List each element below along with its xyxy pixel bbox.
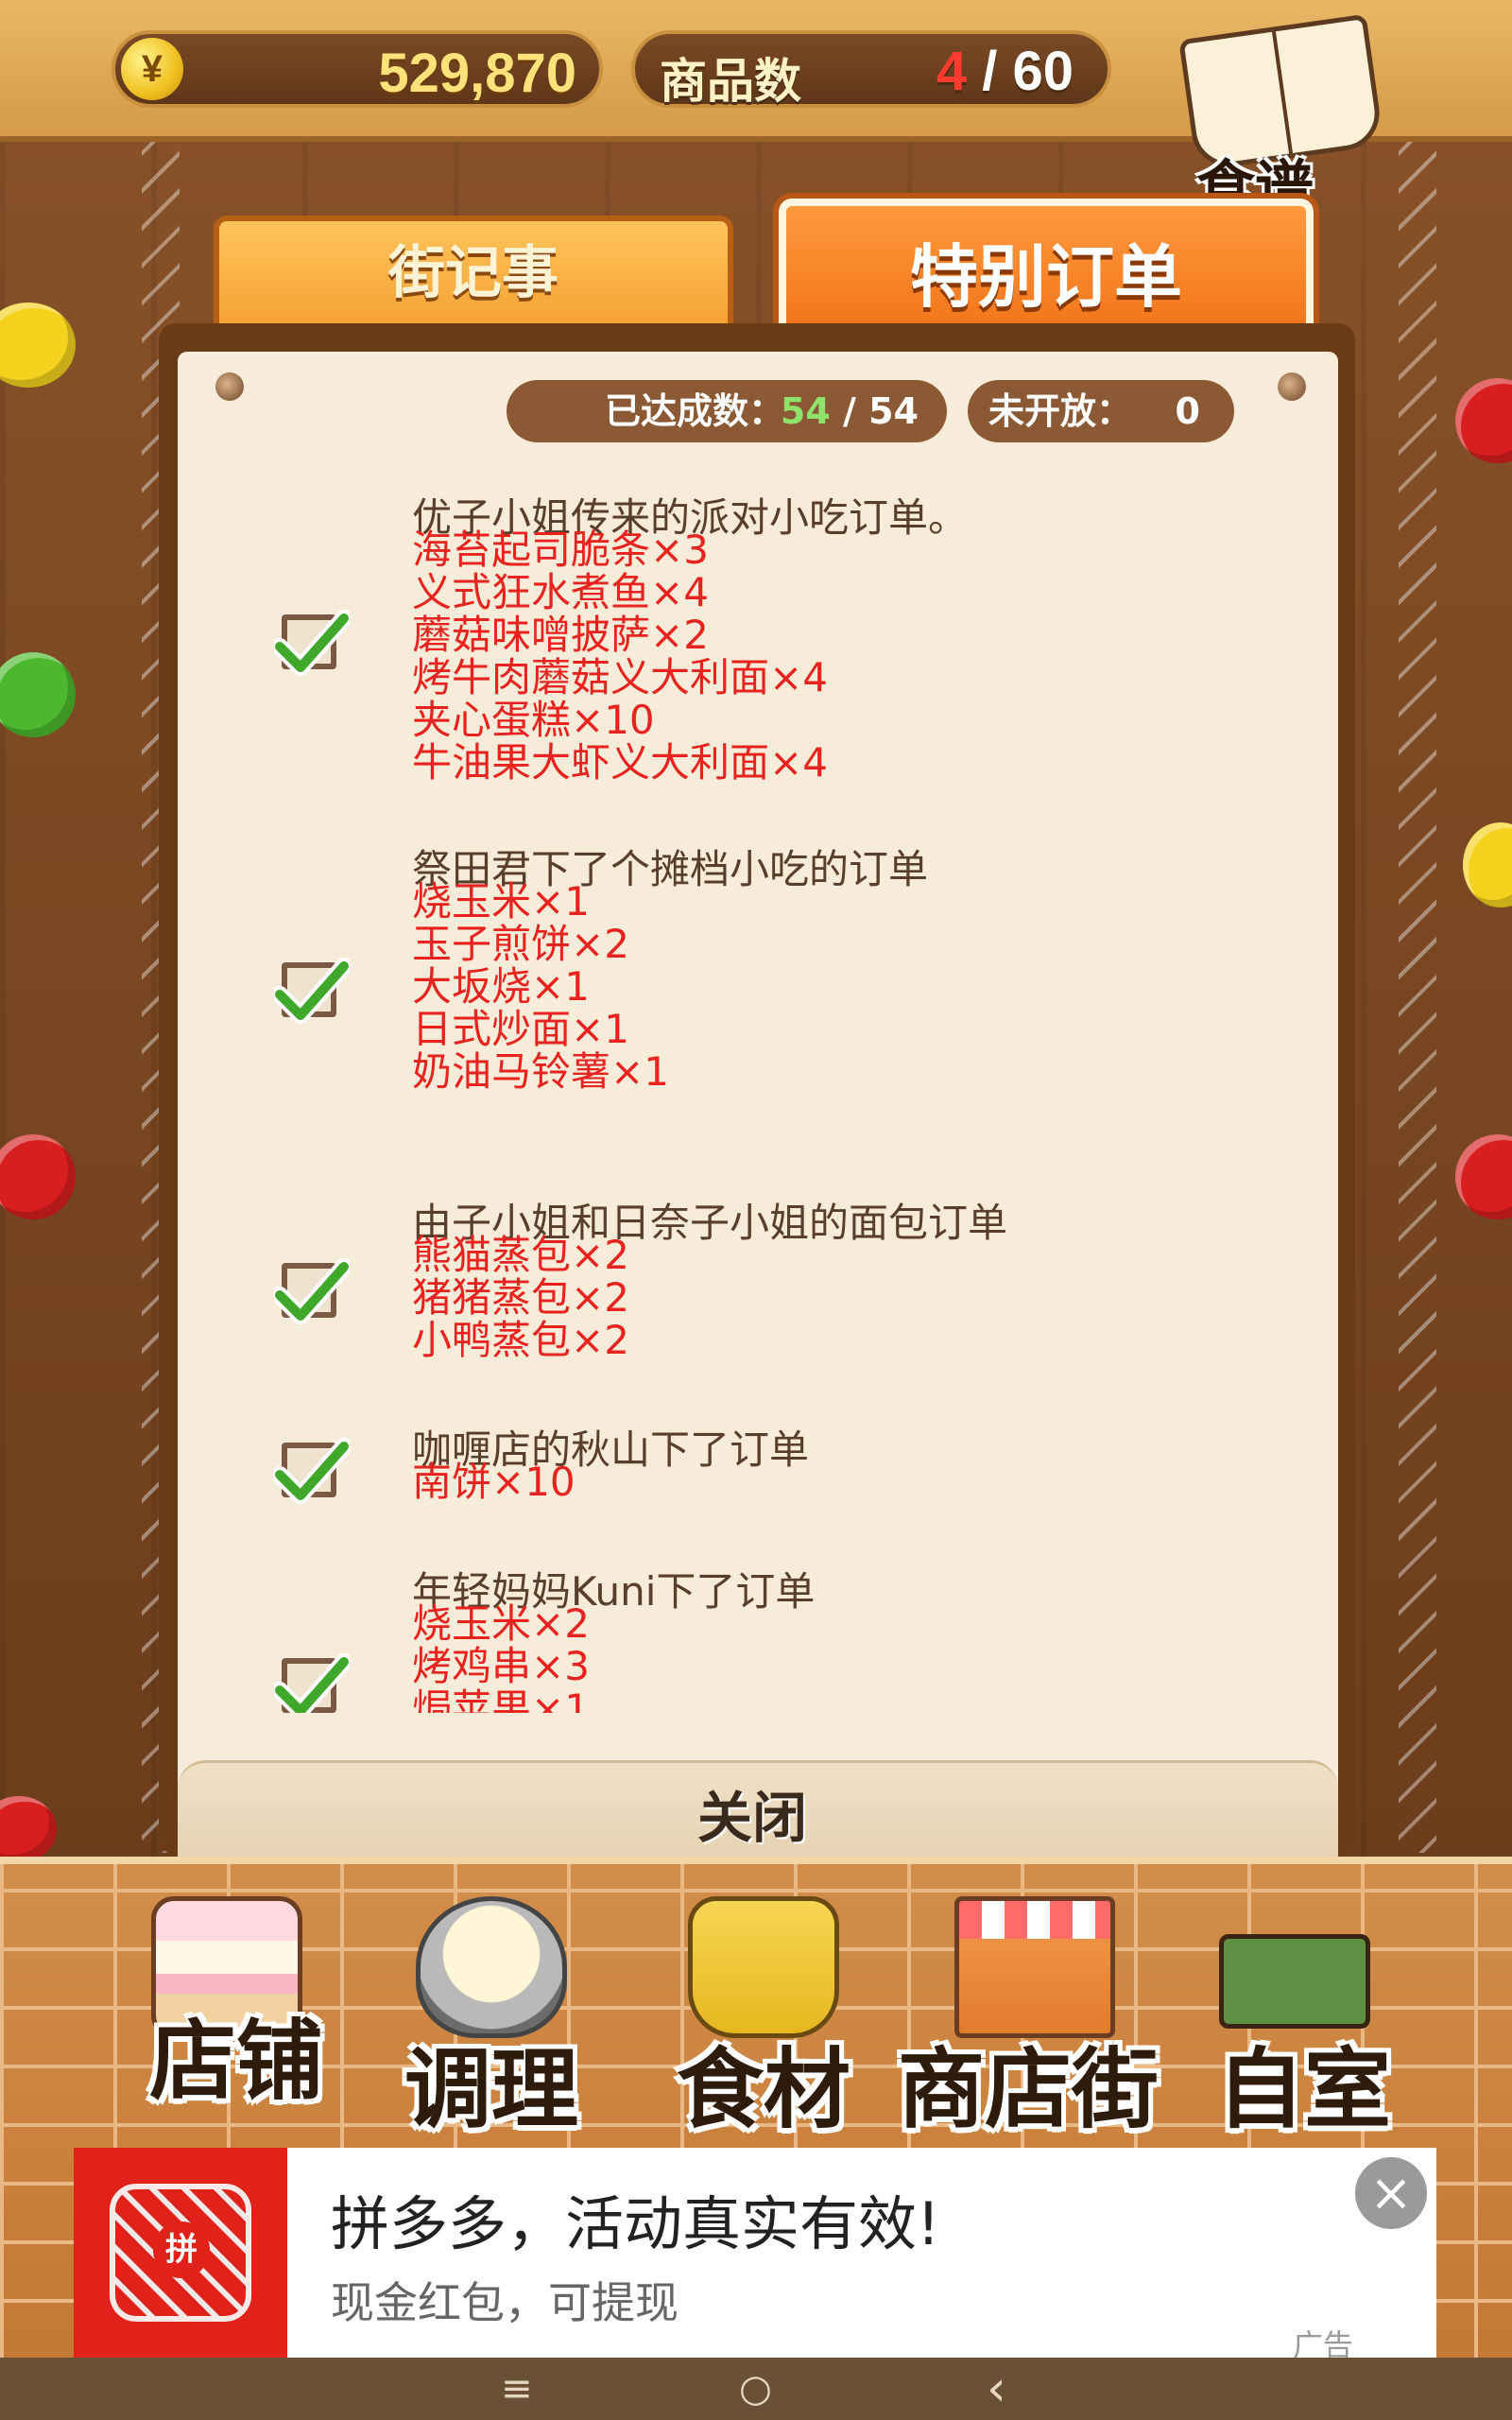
pinduoduo-logo-char: 拼 <box>153 2221 210 2278</box>
completed-count: 已达成数： 54 / 54 <box>507 380 947 442</box>
locked-count: 未开放： 0 <box>968 380 1234 442</box>
zigzag-decoration-right <box>1399 132 1436 1853</box>
ad-banner[interactable]: 拼 拼多多，活动真实有效! 现金红包，可提现 × <box>74 2148 1436 2358</box>
completed-check-icon <box>274 1652 350 1713</box>
order-item: 大坂烧×1 <box>412 963 590 1010</box>
storefront-icon <box>954 1896 1115 2038</box>
recipe-button[interactable]: 食谱 <box>1168 13 1395 225</box>
ad-subtitle: 现金红包，可提现 <box>331 2277 679 2328</box>
coin-icon: ¥ <box>121 38 183 100</box>
close-button[interactable]: 关闭 <box>697 1773 807 1853</box>
goods-current: 4 <box>936 41 968 102</box>
nail-icon <box>215 372 244 401</box>
completed-check-icon <box>274 1437 350 1505</box>
completed-label: 已达成数： <box>605 390 785 432</box>
staff-only-sign-icon <box>1219 1934 1370 2029</box>
order-item: 熊猫蒸包×2 <box>412 1232 629 1278</box>
menu-icon[interactable]: ≡ <box>501 2365 533 2412</box>
pinduoduo-logo: 拼 <box>74 2148 287 2358</box>
completed-check-icon <box>274 1257 350 1325</box>
goods-max: 60 <box>1012 41 1074 102</box>
completed-value: 54 / 54 <box>780 390 919 432</box>
nav-ingredients-button[interactable]: 食材 <box>650 1877 896 2140</box>
order-item: 烤鸡串×3 <box>412 1643 590 1689</box>
order-item: 南饼×10 <box>412 1459 576 1505</box>
nav-room-label: 自室 <box>1216 2039 1391 2140</box>
goods-counter: 商品数 4 / 60 <box>631 30 1111 109</box>
order-item: 烧玉米×2 <box>412 1600 590 1647</box>
order-item: 烤牛肉蘑菇义大利面×4 <box>412 654 828 700</box>
nav-ingredients-label: 食材 <box>676 2039 850 2140</box>
order-item: 玉子煎饼×2 <box>412 921 629 967</box>
nav-room-button[interactable]: 自室 <box>1191 1877 1436 2140</box>
locked-value: 0 <box>1175 390 1200 432</box>
goods-label: 商品数 <box>660 54 801 109</box>
goods-separator: / <box>967 41 1013 102</box>
goods-count: 4 / 60 <box>936 40 1074 103</box>
locked-label: 未开放： <box>988 390 1133 432</box>
back-icon[interactable]: ‹ <box>987 2364 1006 2413</box>
order-item: 烧玉米×1 <box>412 878 590 925</box>
nav-street-button[interactable]: 商店街 <box>898 1877 1159 2140</box>
flour-sack-icon <box>688 1896 839 2038</box>
nav-shop-label: 店铺 <box>148 2011 323 2112</box>
order-item: 猪猪蒸包×2 <box>412 1274 629 1321</box>
coin-value: 529,870 <box>378 43 576 104</box>
order-item: 小鸭蒸包×2 <box>412 1317 629 1363</box>
ad-close-icon[interactable]: × <box>1355 2157 1427 2229</box>
order-item: 义式狂水煮鱼×4 <box>412 569 709 615</box>
coin-counter: ¥ 529,870 <box>112 30 603 108</box>
nail-icon <box>1278 372 1306 401</box>
completed-check-icon <box>274 957 350 1025</box>
nav-shop-button[interactable]: 店铺 <box>113 1877 359 2133</box>
order-item: 焗苹果×1 <box>412 1685 590 1713</box>
order-item: 奶油马铃薯×1 <box>412 1048 669 1095</box>
whisk-bowl-icon <box>416 1896 567 2038</box>
order-item: 海苔起司脆条×3 <box>412 527 709 573</box>
nav-street-label: 商店街 <box>897 2039 1159 2140</box>
orders-list[interactable]: 优子小姐传来的派对小吃订单。 海苔起司脆条×3 义式狂水煮鱼×4 蘑菇味噌披萨×… <box>215 473 1312 1713</box>
order-item: 牛油果大虾义大利面×4 <box>412 739 828 786</box>
nav-cook-button[interactable]: 调理 <box>378 1877 624 2140</box>
order-item: 日式炒面×1 <box>412 1006 629 1052</box>
completed-check-icon <box>274 609 350 677</box>
order-item: 夹心蛋糕×10 <box>412 697 655 743</box>
ad-title: 拼多多，活动真实有效! <box>331 2189 940 2258</box>
home-icon[interactable]: ○ <box>739 2365 772 2412</box>
order-item: 蘑菇味噌披萨×2 <box>412 612 709 658</box>
nav-cook-label: 调理 <box>404 2039 578 2140</box>
system-nav-bar: ≡ ○ ‹ <box>0 2358 1512 2420</box>
